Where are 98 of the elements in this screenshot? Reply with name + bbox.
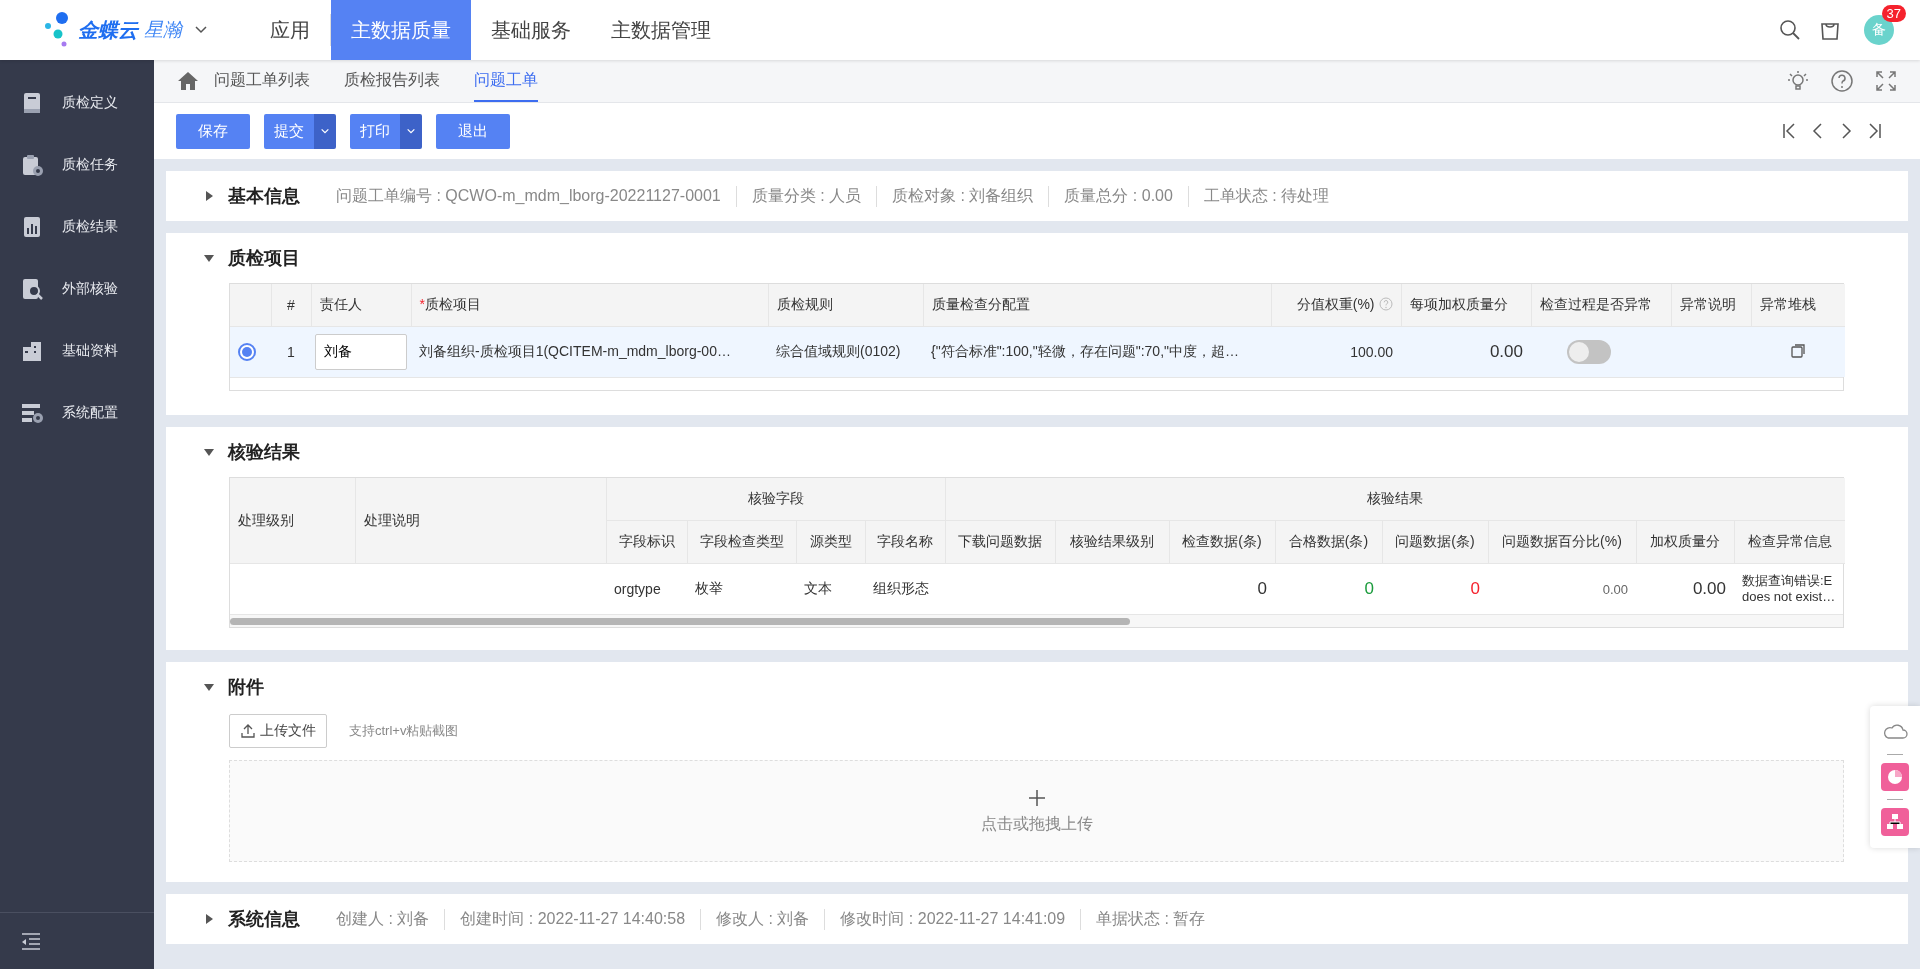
brand-name: 金蝶云 [78, 17, 138, 43]
upload-dropzone[interactable]: 点击或拖拽上传 [229, 760, 1844, 862]
fullscreen-icon[interactable] [1874, 69, 1898, 93]
nav-tab[interactable]: 应用 [250, 0, 330, 60]
column-header: 加权质量分 [1636, 520, 1734, 564]
nav-tab[interactable]: 主数据质量 [331, 0, 471, 60]
column-header: 检查过程是否异常 [1531, 284, 1671, 327]
table-cell: 综合值域规则(0102) [768, 326, 923, 377]
copy-icon[interactable] [1790, 342, 1806, 359]
toolbar-button[interactable]: 保存 [176, 113, 250, 149]
collapse-menu-icon[interactable] [20, 930, 42, 952]
column-header: 字段名称 [865, 520, 945, 564]
clipboard-gear-icon [20, 153, 44, 177]
list-gear-icon [20, 401, 44, 425]
table-cell: 刘备组织-质检项目1(QCITEM-m_mdm_lborg-00… [411, 326, 768, 377]
first-page-icon[interactable] [1782, 122, 1798, 140]
scrollbar-thumb[interactable] [230, 618, 1130, 625]
column-header: 处理说明 [355, 478, 606, 564]
column-header: 检查数据(条) [1169, 520, 1275, 564]
chart-app-icon[interactable] [1881, 763, 1909, 791]
toolbar-button[interactable]: 打印 [350, 113, 400, 149]
info-field: 单据状态 : 暂存 [1080, 908, 1221, 930]
home-icon[interactable] [176, 69, 200, 93]
page-tab[interactable]: 问题工单列表 [214, 60, 327, 102]
column-header: 字段检查类型 [687, 520, 796, 564]
table-cell: 100.00 [1271, 326, 1401, 377]
expand-caret-icon[interactable] [204, 191, 214, 201]
hint-text: 支持ctrl+v粘贴截图 [349, 722, 459, 740]
toolbar-button[interactable]: 提交 [264, 113, 314, 149]
product-name: 星瀚 [144, 18, 182, 42]
building-icon [20, 339, 44, 363]
column-header: 字段标识 [606, 520, 687, 564]
info-field: 修改时间 : 2022-11-27 14:41:09 [824, 908, 1081, 930]
nav-tab[interactable]: 主数据管理 [591, 0, 731, 60]
document-search-icon [20, 277, 44, 301]
table-cell: 1 [271, 326, 311, 377]
sidebar-item[interactable]: 质检结果 [0, 196, 154, 258]
upload-icon [240, 723, 256, 739]
info-field: 创建时间 : 2022-11-27 14:40:58 [444, 908, 701, 930]
column-header: 核验结果级别 [1055, 520, 1169, 564]
section-title: 附件 [228, 676, 264, 699]
column-header: 问题数据百分比(%) [1488, 520, 1636, 564]
sidebar-item[interactable]: 质检定义 [0, 72, 154, 134]
page-tab[interactable]: 质检报告列表 [344, 60, 457, 102]
column-header: 每项加权质量分 [1401, 284, 1531, 327]
section-title: 系统信息 [228, 908, 300, 931]
column-header: 问题数据(条) [1382, 520, 1488, 564]
nav-tab[interactable]: 基础服务 [471, 0, 591, 60]
column-header: 合格数据(条) [1275, 520, 1382, 564]
info-field: 质量分类 : 人员 [735, 185, 877, 207]
column-header: 异常说明 [1671, 284, 1751, 327]
toolbar-button[interactable]: 退出 [436, 113, 510, 149]
expand-caret-icon[interactable] [204, 914, 214, 924]
column-header: 检查异常信息 [1734, 520, 1845, 564]
sidebar-item[interactable]: 基础资料 [0, 320, 154, 382]
column-header: 责任人 [311, 284, 411, 327]
info-field: 工单状态 : 待处理 [1187, 185, 1345, 207]
column-header: 质检规则 [768, 284, 923, 327]
sidebar-item[interactable]: 质检任务 [0, 134, 154, 196]
table-cell: 0.00 [1401, 326, 1531, 377]
info-field: 创建人 : 刘备 [318, 908, 445, 930]
column-header: 下载问题数据 [945, 520, 1055, 564]
upload-button[interactable]: 上传文件 [229, 714, 327, 748]
last-page-icon[interactable] [1866, 122, 1882, 140]
search-icon[interactable] [1778, 18, 1802, 42]
plus-icon [1026, 787, 1047, 808]
column-group-header: 核验字段 [606, 478, 945, 521]
info-field: 问题工单编号 : QCWO-m_mdm_lborg-20221127-0001 [318, 185, 736, 207]
info-field: 质检对象 : 刘备组织 [876, 185, 1049, 207]
notification-badge: 37 [1881, 5, 1906, 22]
info-field: 质量总分 : 0.00 [1048, 185, 1188, 207]
help-icon[interactable] [1830, 69, 1854, 93]
column-group-header: 核验结果 [945, 478, 1845, 521]
section-title: 核验结果 [228, 441, 300, 464]
dropdown-button[interactable] [400, 113, 422, 149]
owner-field[interactable]: 刘备 [315, 334, 407, 370]
info-field: 修改人 : 刘备 [700, 908, 825, 930]
sidebar-item[interactable]: 系统配置 [0, 382, 154, 444]
column-header: *质检项目 [411, 284, 768, 327]
dropzone-text: 点击或拖拽上传 [980, 813, 1093, 834]
column-header: 处理级别 [230, 478, 355, 564]
collapse-caret-icon[interactable] [204, 447, 214, 457]
collapse-caret-icon[interactable] [204, 253, 214, 263]
section-title: 基本信息 [228, 185, 300, 208]
toggle-switch[interactable] [1567, 340, 1611, 364]
column-header: 分值权重(%) [1271, 284, 1401, 327]
column-header: 质量检查分配置 [923, 284, 1271, 327]
row-radio[interactable] [238, 343, 256, 361]
column-header: 异常堆栈 [1751, 284, 1845, 327]
sidebar-item[interactable]: 外部核验 [0, 258, 154, 320]
section-title: 质检项目 [228, 247, 300, 270]
dropdown-button[interactable] [314, 113, 336, 149]
lightbulb-icon[interactable] [1786, 69, 1810, 93]
sitemap-app-icon[interactable] [1881, 808, 1909, 836]
collapse-caret-icon[interactable] [204, 682, 214, 692]
table-cell: {"符合标准":100,"轻微，存在问题":70,"中度，超… [923, 326, 1271, 377]
column-header: # [271, 284, 311, 327]
column-header: 源类型 [796, 520, 865, 564]
